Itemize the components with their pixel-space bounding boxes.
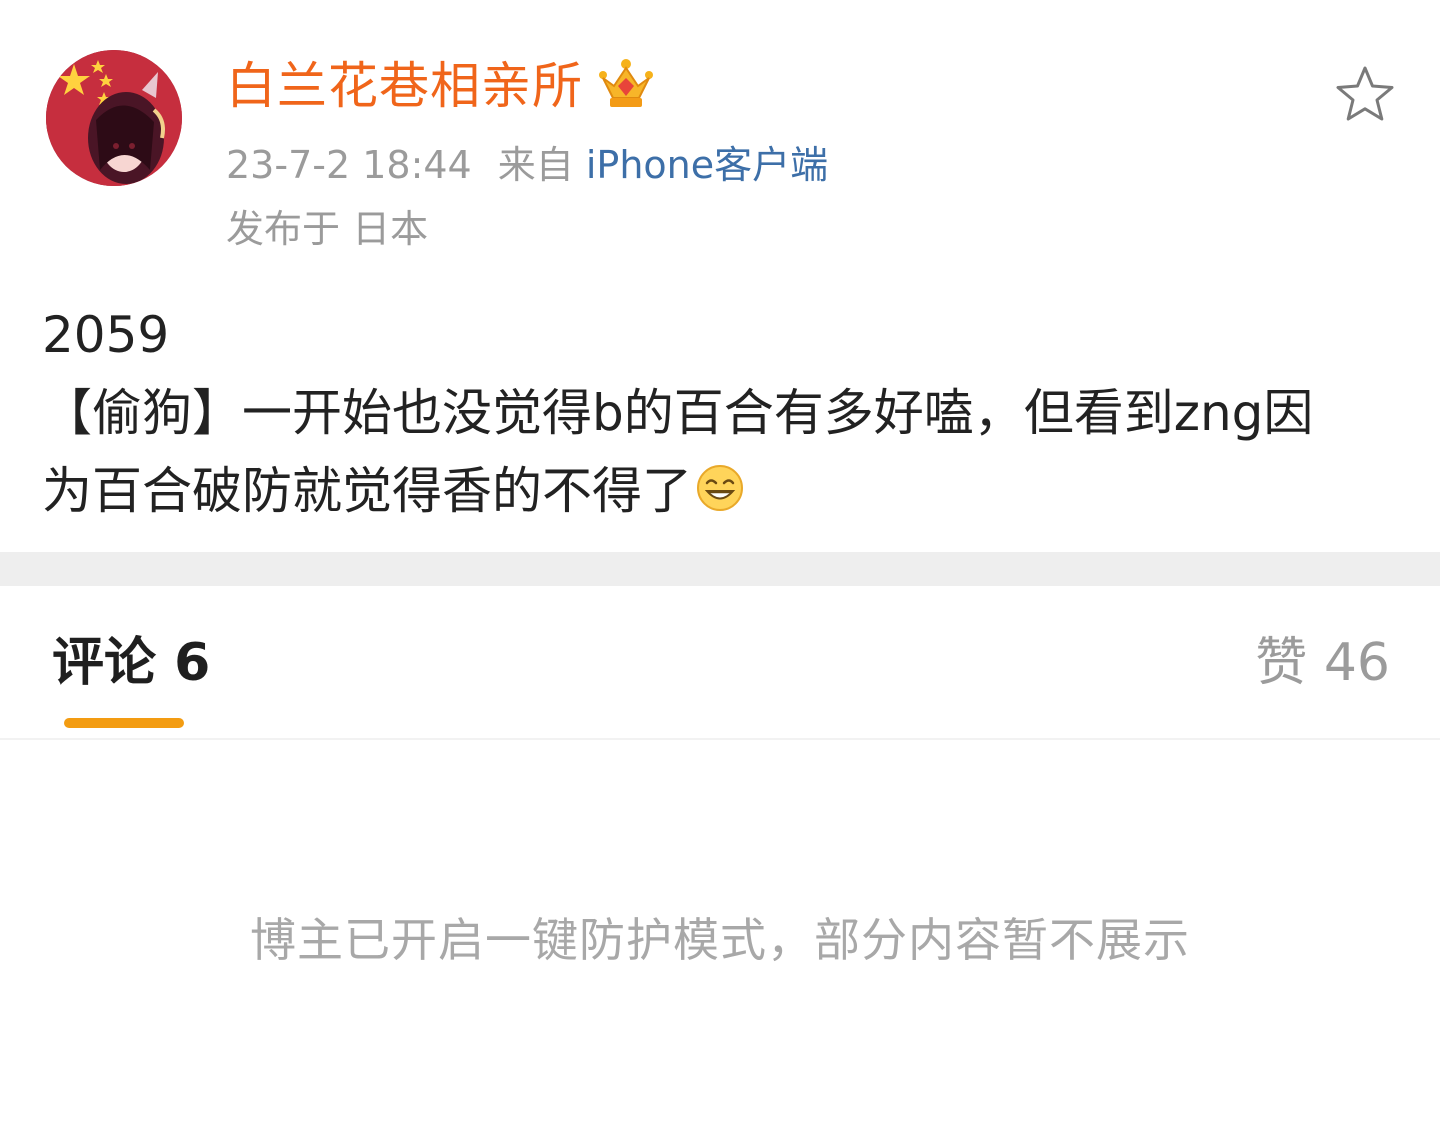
tab-active-indicator: [64, 718, 184, 728]
protection-notice: 博主已开启一键防护模式，部分内容暂不展示: [250, 913, 1190, 967]
username[interactable]: 白兰花巷相亲所: [226, 54, 583, 118]
post-line: 为百合破防就觉得香的不得了: [42, 462, 692, 520]
crown-badge-icon[interactable]: [598, 58, 654, 112]
post-content: 2059 【偷狗】一开始也没觉得b的百合有多好嗑，但看到zng因 为百合破防就觉…: [42, 296, 1402, 530]
grin-emoji-icon: [697, 465, 743, 511]
post-line: 2059: [42, 306, 170, 364]
tab-likes[interactable]: 赞 46: [1255, 630, 1390, 696]
post-timestamp: 23-7-2 18:44: [226, 143, 472, 187]
post-line: 【偷狗】一开始也没觉得b的百合有多好嗑，但看到zng因: [42, 384, 1314, 442]
avatar-illustration: [46, 50, 182, 186]
tab-comments[interactable]: 评论 6: [52, 630, 210, 696]
section-divider: [0, 552, 1440, 586]
post-location: 发布于 日本: [226, 207, 429, 251]
star-outline-icon[interactable]: [1334, 64, 1396, 126]
tabs-divider: [0, 738, 1440, 740]
source-prefix: 来自: [497, 143, 574, 187]
user-avatar[interactable]: [46, 50, 182, 186]
weibo-post-page: 白兰花巷相亲所 23-7-2 18:44 来自 iPhone客户端 发布于 日本 …: [0, 0, 1440, 1123]
post-meta: 23-7-2 18:44 来自 iPhone客户端: [226, 140, 828, 190]
source-link[interactable]: iPhone客户端: [586, 143, 828, 187]
post-line-with-emoji: 为百合破防就觉得香的不得了: [42, 452, 1402, 530]
